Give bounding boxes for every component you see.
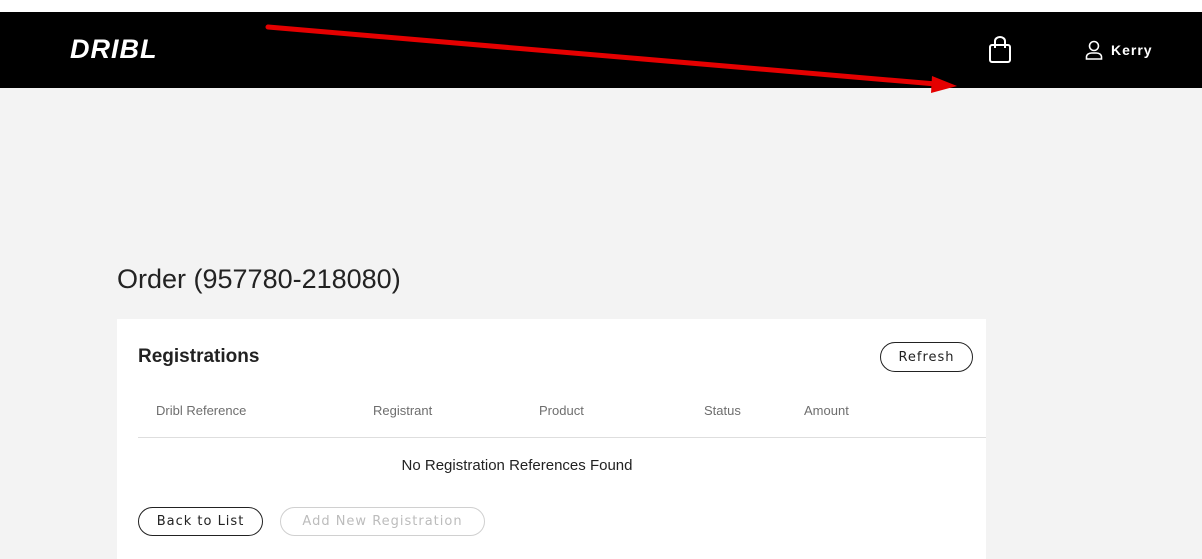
empty-state-message: No Registration References Found [401,457,633,474]
column-header-registrant: Registrant [373,403,433,418]
page-title: Order (957780-218080) [117,264,401,294]
top-strip [0,0,1202,12]
registrations-title: Registrations [138,346,260,367]
column-header-product: Product [539,403,584,418]
navbar: DRIBL Kerry [0,12,1202,88]
refresh-button[interactable]: Refresh [880,342,973,372]
registrations-card: Registrations Refresh Dribl Reference Re… [117,319,986,559]
column-header-amount: Amount [804,403,849,418]
column-header-status: Status [704,403,741,418]
add-new-registration-button[interactable]: Add New Registration [280,507,485,536]
user-name: Kerry [1111,42,1153,58]
logo[interactable]: DRIBL [70,34,158,64]
user-icon [1085,40,1103,60]
back-to-list-button[interactable]: Back to List [138,507,263,536]
user-menu-button[interactable]: Kerry [1085,38,1153,62]
table-divider [138,437,986,438]
column-header-dribl-reference: Dribl Reference [156,403,247,418]
cart-button[interactable] [984,34,1016,66]
shopping-bag-icon [989,36,1011,63]
